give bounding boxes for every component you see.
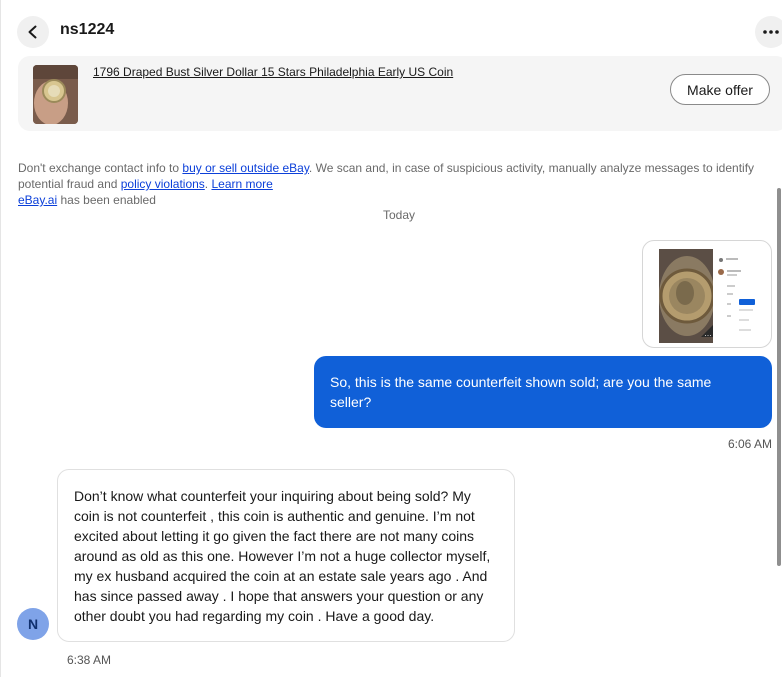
image-attachment[interactable]: …	[642, 240, 772, 348]
listing-thumbnail[interactable]	[33, 65, 78, 124]
incoming-message-time: 6:38 AM	[67, 653, 112, 667]
svg-text:…: …	[704, 329, 712, 338]
policy-violations-link[interactable]: policy violations	[121, 177, 205, 191]
more-options-button[interactable]	[755, 16, 782, 48]
ai-suffix: has been enabled	[57, 193, 156, 207]
ebay-ai-link[interactable]: eBay.ai	[18, 193, 57, 207]
safety-notice: Don't exchange contact info to buy or se…	[18, 160, 768, 192]
incoming-message-bubble: Don’t know what counterfeit your inquiri…	[57, 469, 515, 642]
sender-avatar[interactable]: N	[17, 608, 49, 640]
day-separator: Today	[382, 208, 416, 222]
outgoing-message-time: 6:06 AM	[727, 437, 772, 451]
listing-card: 1796 Draped Bust Silver Dollar 15 Stars …	[18, 56, 782, 131]
notice-prefix: Don't exchange contact info to	[18, 161, 183, 175]
conversation-username: ns1224	[60, 21, 115, 38]
ai-enabled-note: eBay.ai has been enabled	[18, 192, 156, 208]
chevron-left-icon	[28, 25, 37, 39]
outgoing-message-bubble: So, this is the same counterfeit shown s…	[314, 356, 772, 428]
more-horizontal-icon	[763, 30, 779, 34]
scrollbar-thumb[interactable]	[777, 188, 781, 566]
make-offer-button[interactable]: Make offer	[670, 74, 770, 105]
back-button[interactable]	[17, 16, 49, 48]
learn-more-link[interactable]: Learn more	[211, 177, 272, 191]
conversation-header: ns1224	[0, 0, 782, 60]
panel-border	[0, 0, 1, 677]
outside-ebay-link[interactable]: buy or sell outside eBay	[182, 161, 309, 175]
listing-title-link[interactable]: 1796 Draped Bust Silver Dollar 15 Stars …	[93, 65, 453, 79]
